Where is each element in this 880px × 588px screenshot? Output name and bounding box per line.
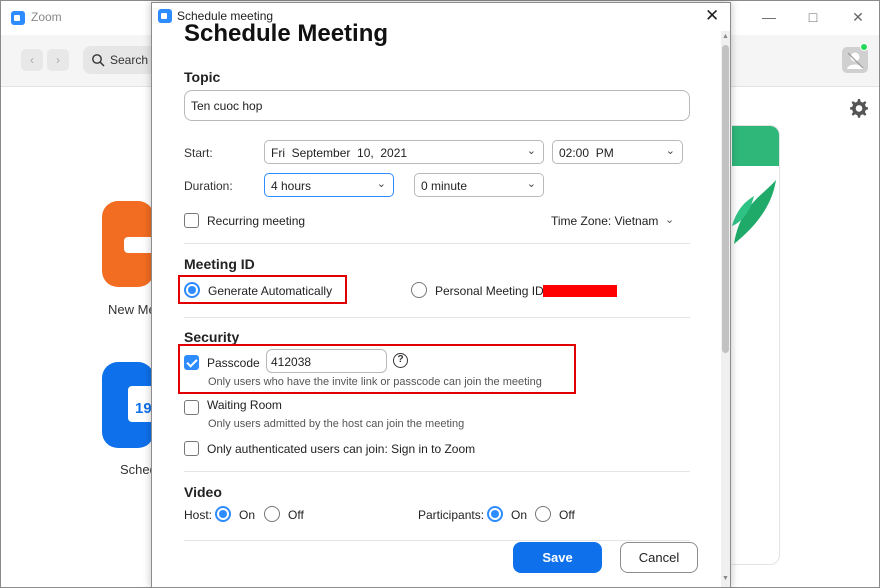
host-video-on-radio[interactable] xyxy=(215,506,231,522)
waiting-room-checkbox[interactable] xyxy=(184,400,199,415)
waiting-room-label: Waiting Room xyxy=(207,398,282,412)
divider xyxy=(184,471,690,472)
duration-label: Duration: xyxy=(184,179,233,193)
schedule-tile[interactable]: 19 xyxy=(102,362,154,448)
scroll-thumb[interactable] xyxy=(722,45,729,353)
video-camera-icon xyxy=(124,237,154,253)
calendar-day: 19 xyxy=(135,400,152,417)
zoom-logo-icon xyxy=(11,11,25,25)
personal-meeting-id-radio[interactable] xyxy=(411,282,427,298)
chevron-down-icon: ⌄ xyxy=(665,214,675,226)
security-label: Security xyxy=(184,329,240,345)
generate-automatically-label: Generate Automatically xyxy=(208,284,333,298)
chevron-down-icon: ⌄ xyxy=(376,178,386,190)
back-arrow-icon[interactable]: ‹ xyxy=(21,49,43,71)
host-on-label: On xyxy=(239,508,256,522)
upcoming-card xyxy=(732,125,780,565)
cancel-button[interactable]: Cancel xyxy=(620,542,698,573)
divider xyxy=(184,243,690,244)
topic-value: Ten cuoc hop xyxy=(191,99,263,113)
participants-on-label: On xyxy=(511,508,528,522)
start-date-value: Fri September 10, 2021 xyxy=(271,146,408,160)
gear-icon[interactable] xyxy=(847,97,869,119)
meeting-id-label: Meeting ID xyxy=(184,256,255,272)
online-status-dot xyxy=(860,43,868,51)
host-label: Host: xyxy=(184,508,213,522)
authenticated-users-label: Only authenticated users can join: Sign … xyxy=(207,442,476,456)
passcode-label: Passcode xyxy=(207,356,260,370)
recurring-label: Recurring meeting xyxy=(207,214,306,228)
search-label: Search xyxy=(110,53,149,67)
card-illustration xyxy=(732,126,779,166)
waiting-room-help: Only users admitted by the host can join… xyxy=(208,418,465,430)
forward-arrow-icon[interactable]: › xyxy=(47,49,69,71)
generate-automatically-radio[interactable] xyxy=(184,282,200,298)
close-window-icon[interactable]: ✕ xyxy=(848,9,868,26)
passcode-value: 412038 xyxy=(271,355,312,369)
minimize-icon[interactable]: — xyxy=(759,9,779,25)
scrollbar[interactable]: ▲ ▼ xyxy=(721,31,730,587)
personal-meeting-id-label: Personal Meeting ID xyxy=(435,284,544,298)
host-off-label: Off xyxy=(288,508,304,522)
save-button[interactable]: Save xyxy=(513,542,602,573)
chevron-down-icon: ⌄ xyxy=(526,145,536,157)
topic-label: Topic xyxy=(184,69,221,85)
scroll-down-icon[interactable]: ▼ xyxy=(722,575,729,582)
duration-hours-select[interactable]: 4 hours ⌄ xyxy=(264,173,394,197)
close-icon[interactable]: ✕ xyxy=(705,6,719,26)
start-time-select[interactable]: 02:00 PM ⌄ xyxy=(552,140,683,164)
divider xyxy=(184,317,690,318)
new-meeting-tile[interactable] xyxy=(102,201,154,287)
participants-video-on-radio[interactable] xyxy=(487,506,503,522)
duration-minutes-select[interactable]: 0 minute ⌄ xyxy=(414,173,544,197)
page-title: Schedule Meeting xyxy=(184,20,389,47)
schedule-meeting-dialog: Schedule meeting ✕ Schedule Meeting Topi… xyxy=(151,2,731,588)
timezone-select[interactable]: Time Zone: Vietnam xyxy=(551,214,658,228)
video-label: Video xyxy=(184,484,222,500)
maximize-icon[interactable]: □ xyxy=(803,9,823,25)
chevron-down-icon: ⌄ xyxy=(665,145,675,157)
search-icon xyxy=(92,54,105,67)
host-video-off-radio[interactable] xyxy=(264,506,280,522)
start-time-value: 02:00 PM xyxy=(559,146,614,160)
passcode-input[interactable]: 412038 xyxy=(266,349,387,373)
start-label: Start: xyxy=(184,146,213,160)
participants-off-label: Off xyxy=(559,508,575,522)
topic-input[interactable]: Ten cuoc hop xyxy=(184,90,690,121)
help-icon[interactable]: ? xyxy=(393,353,408,368)
participants-label: Participants: xyxy=(418,508,485,522)
participants-video-off-radio[interactable] xyxy=(535,506,551,522)
footer-divider xyxy=(184,540,690,541)
chevron-down-icon: ⌄ xyxy=(526,178,536,190)
passcode-checkbox[interactable] xyxy=(184,355,199,370)
recurring-checkbox[interactable] xyxy=(184,213,199,228)
duration-minutes-value: 0 minute xyxy=(421,179,468,193)
redacted-id xyxy=(543,285,617,297)
zoom-window-title: Zoom xyxy=(31,10,62,24)
duration-hours-value: 4 hours xyxy=(271,179,312,193)
passcode-help: Only users who have the invite link or p… xyxy=(208,376,542,388)
leaf-illustration xyxy=(732,180,776,244)
new-meeting-label: New Me xyxy=(108,302,156,317)
zoom-logo-icon xyxy=(158,9,172,23)
scroll-up-icon[interactable]: ▲ xyxy=(722,33,729,40)
start-date-select[interactable]: Fri September 10, 2021 ⌄ xyxy=(264,140,544,164)
authenticated-users-checkbox[interactable] xyxy=(184,441,199,456)
